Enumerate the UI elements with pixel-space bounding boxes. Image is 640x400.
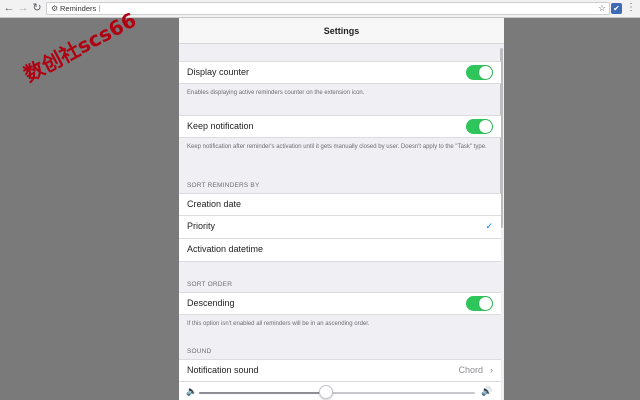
- sort-reminders-title: SORT REMINDERS BY: [187, 182, 260, 189]
- sort-option-label: Priority: [187, 221, 216, 231]
- keep-notification-description: Keep notification after reminder's activ…: [187, 144, 487, 150]
- volume-high-icon: 🔊: [481, 386, 493, 396]
- notification-sound-label: Notification sound: [187, 365, 259, 375]
- page-title: Settings: [323, 26, 360, 36]
- checkmark-icon: ✓: [485, 221, 493, 231]
- menu-icon[interactable]: ⋮: [626, 1, 636, 15]
- display-counter-label: Display counter: [187, 67, 250, 77]
- toggle-knob: [479, 120, 492, 133]
- forward-icon[interactable]: →: [16, 1, 30, 15]
- volume-low-icon: 🔈: [186, 386, 198, 396]
- chevron-right-icon: ›: [490, 365, 493, 375]
- extension-icon[interactable]: ✔: [611, 3, 622, 14]
- star-icon[interactable]: ☆: [598, 3, 606, 14]
- display-counter-row[interactable]: Display counter: [179, 61, 501, 84]
- address-text: Reminders: [60, 4, 97, 13]
- sort-option-label: Creation date: [187, 199, 242, 209]
- keep-notification-row[interactable]: Keep notification: [179, 115, 501, 138]
- sort-order-title: SORT ORDER: [187, 281, 233, 288]
- settings-header: Settings: [179, 18, 504, 44]
- toggle-knob: [479, 297, 492, 310]
- volume-row: 🔈 🔊: [179, 382, 501, 400]
- volume-slider-handle[interactable]: [318, 385, 333, 399]
- settings-panel: Settings Display counter Enables display…: [179, 18, 504, 400]
- back-icon[interactable]: ←: [2, 1, 16, 15]
- sort-option-priority[interactable]: Priority ✓: [179, 216, 501, 239]
- volume-fill: [199, 392, 326, 394]
- descending-toggle[interactable]: [466, 296, 493, 311]
- sort-option-activation-datetime[interactable]: Activation datetime: [179, 239, 501, 262]
- notification-sound-row[interactable]: Notification sound Chord ›: [179, 359, 501, 382]
- sort-option-creation-date[interactable]: Creation date: [179, 193, 501, 216]
- reload-icon[interactable]: ↻: [30, 1, 44, 15]
- display-counter-toggle[interactable]: [466, 65, 493, 80]
- descending-label: Descending: [187, 298, 235, 308]
- descending-row[interactable]: Descending: [179, 292, 501, 315]
- sound-title: SOUND: [187, 348, 212, 355]
- toggle-knob: [479, 66, 492, 79]
- address-separator: [99, 5, 100, 12]
- sort-option-label: Activation datetime: [187, 244, 264, 254]
- keep-notification-toggle[interactable]: [466, 119, 493, 134]
- keep-notification-label: Keep notification: [187, 121, 254, 131]
- display-counter-description: Enables displaying active reminders coun…: [187, 90, 365, 96]
- extension-page-icon: ⚙: [51, 4, 59, 13]
- sort-order-description: If this option isn't enabled all reminde…: [187, 321, 370, 327]
- browser-toolbar: ← → ↻ ⚙ Reminders ☆ ✔ ⋮: [0, 0, 640, 18]
- notification-sound-value: Chord: [458, 365, 483, 375]
- volume-slider[interactable]: [199, 392, 475, 394]
